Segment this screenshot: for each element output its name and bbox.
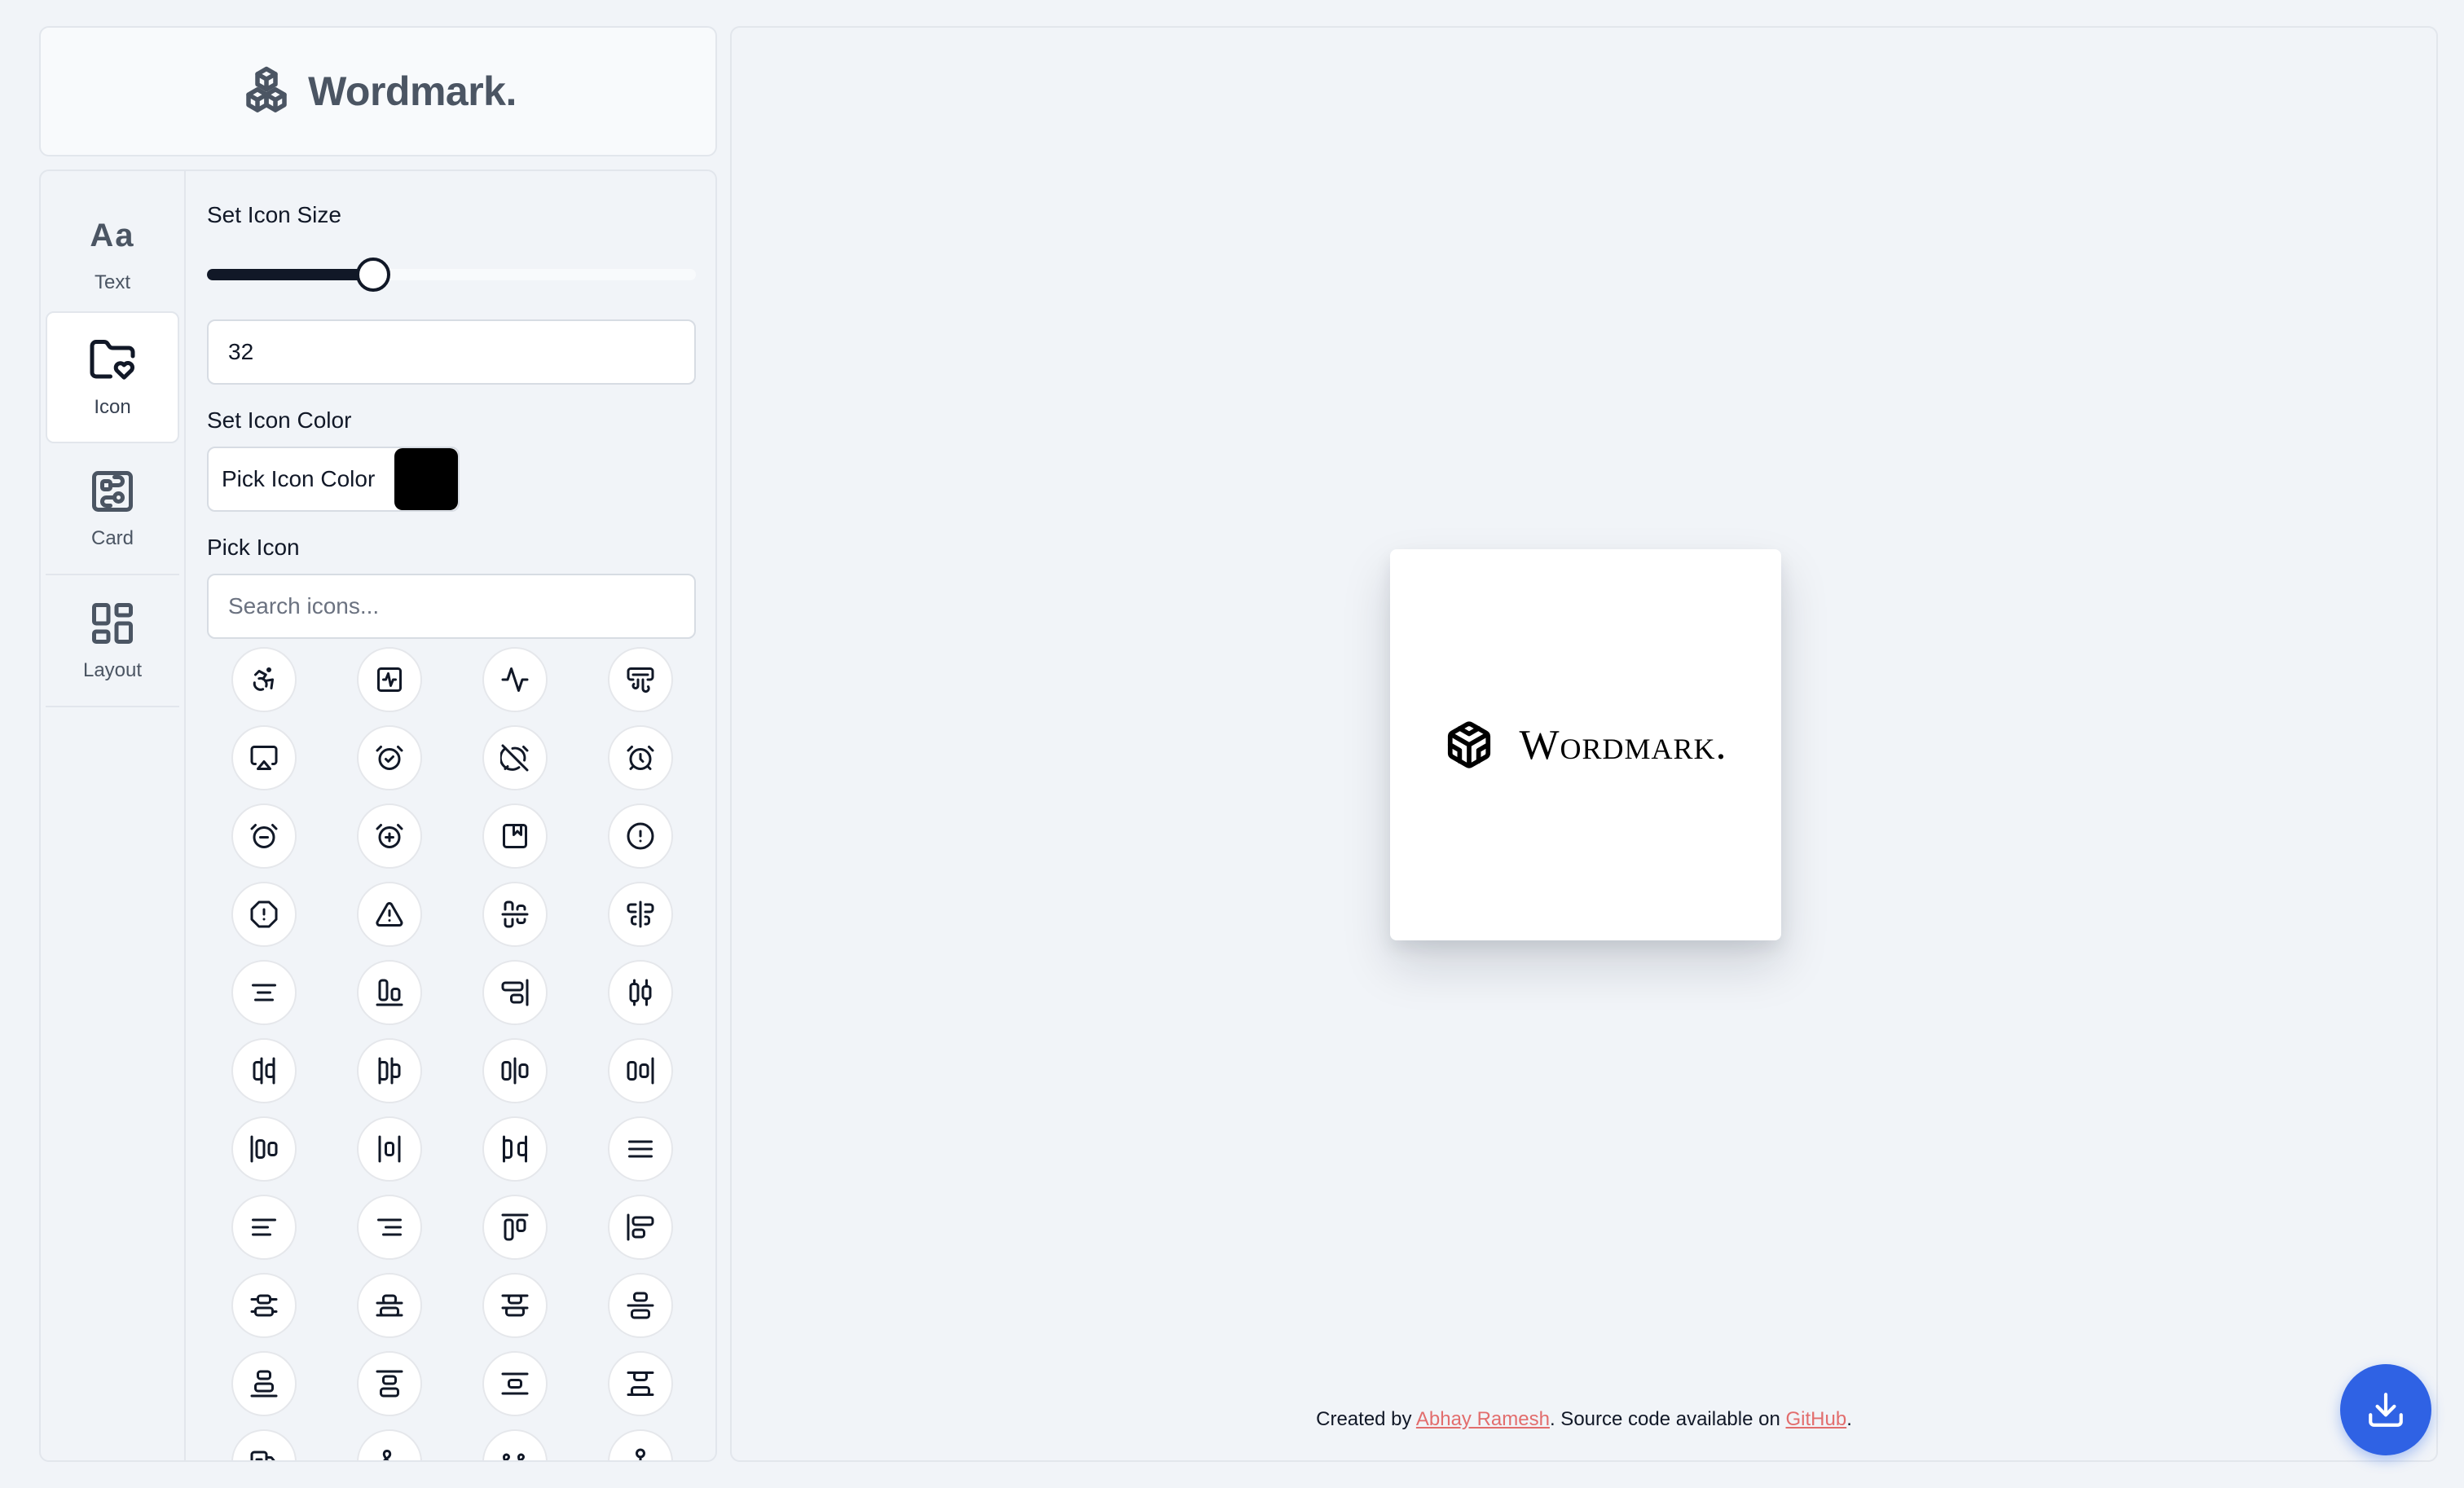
- ambulance-icon[interactable]: [231, 1429, 297, 1460]
- github-link[interactable]: GitHub: [1786, 1408, 1847, 1430]
- footer: Created by Abhay Ramesh. Source code ava…: [732, 1408, 2436, 1431]
- alarm-plus-icon[interactable]: [357, 803, 422, 869]
- align-horizontal-justify-end-icon[interactable]: [608, 1038, 673, 1103]
- align-horizontal-distribute-end-icon[interactable]: [231, 1038, 297, 1103]
- ampersand-icon[interactable]: [357, 1429, 422, 1460]
- alarm-check-icon[interactable]: [357, 725, 422, 790]
- tab-label: Layout: [82, 659, 143, 681]
- alert-circle-icon[interactable]: [608, 803, 673, 869]
- align-center-horizontal-icon[interactable]: [482, 882, 548, 947]
- pick-icon-color-button[interactable]: Pick Icon Color: [207, 447, 460, 512]
- icon-controls: Set Icon Size Set Icon Color Pick Icon C…: [207, 171, 699, 1460]
- alarm-minus-icon[interactable]: [231, 803, 297, 869]
- alarm-off-icon[interactable]: [482, 725, 548, 790]
- footer-prefix: Created by: [1316, 1408, 1416, 1430]
- cubes-outline-icon: [1444, 720, 1494, 770]
- tab-layout[interactable]: Layout: [46, 575, 179, 707]
- folder-heart-icon: [88, 336, 137, 385]
- alert-octagon-icon[interactable]: [231, 882, 297, 947]
- brand-title: Wordmark.: [308, 68, 517, 114]
- author-link[interactable]: Abhay Ramesh: [1416, 1408, 1550, 1430]
- editor-panel: Aa Text Icon Card Layout Set Icon Size 3…: [39, 169, 717, 1462]
- air-vent-icon[interactable]: [608, 647, 673, 712]
- text-aa-icon: Aa: [90, 218, 135, 253]
- activity-square-icon[interactable]: [357, 647, 422, 712]
- search-icons-input[interactable]: [207, 574, 696, 639]
- alarm-clock-icon[interactable]: [608, 725, 673, 790]
- align-horizontal-justify-center-icon[interactable]: [482, 1038, 548, 1103]
- align-justify-icon[interactable]: [608, 1116, 673, 1182]
- align-vertical-distribute-end-icon[interactable]: [357, 1273, 422, 1338]
- alert-triangle-icon[interactable]: [357, 882, 422, 947]
- align-horizontal-distribute-start-icon[interactable]: [357, 1038, 422, 1103]
- icon-size-label: Set Icon Size: [207, 202, 341, 227]
- icon-color-label: Set Icon Color: [207, 407, 352, 433]
- brand-header: Wordmark.: [39, 26, 717, 156]
- tab-label: Text: [94, 271, 130, 293]
- tab-label: Card: [90, 527, 134, 549]
- align-horizontal-distribute-center-icon[interactable]: [608, 960, 673, 1025]
- icon-color-swatch[interactable]: [394, 448, 458, 510]
- align-vertical-justify-center-icon[interactable]: [608, 1273, 673, 1338]
- tab-icon[interactable]: Icon: [46, 311, 179, 443]
- activity-icon[interactable]: [482, 647, 548, 712]
- anchor-icon[interactable]: [608, 1429, 673, 1460]
- align-end-vertical-icon[interactable]: [482, 960, 548, 1025]
- pick-icon-color-label: Pick Icon Color: [222, 466, 376, 491]
- align-vertical-justify-start-icon[interactable]: [357, 1351, 422, 1416]
- tab-text[interactable]: Aa Text: [46, 187, 179, 319]
- align-vertical-distribute-start-icon[interactable]: [482, 1273, 548, 1338]
- align-start-horizontal-icon[interactable]: [482, 1195, 548, 1260]
- album-icon[interactable]: [482, 803, 548, 869]
- layout-grid-icon: [88, 599, 137, 648]
- align-right-icon[interactable]: [357, 1195, 422, 1260]
- cubes-icon: [240, 64, 293, 118]
- card-layout-icon: [88, 467, 137, 516]
- footer-middle: . Source code available on: [1549, 1408, 1786, 1430]
- align-start-vertical-icon[interactable]: [608, 1195, 673, 1260]
- align-horizontal-space-around-icon[interactable]: [357, 1116, 422, 1182]
- download-button[interactable]: [2340, 1364, 2431, 1455]
- align-center-icon[interactable]: [231, 960, 297, 1025]
- align-end-horizontal-icon[interactable]: [357, 960, 422, 1025]
- align-horizontal-justify-start-icon[interactable]: [231, 1116, 297, 1182]
- ampersands-icon[interactable]: [482, 1429, 548, 1460]
- slider-fill: [207, 269, 373, 280]
- app-root: Wordmark. Aa Text Icon Card Layout Set I…: [0, 0, 2464, 1488]
- slider-thumb[interactable]: [356, 258, 390, 292]
- align-vertical-distribute-center-icon[interactable]: [231, 1273, 297, 1338]
- align-vertical-space-between-icon[interactable]: [608, 1351, 673, 1416]
- wordmark-preview-card: Wordmark.: [1390, 549, 1781, 940]
- download-icon: [2365, 1389, 2406, 1430]
- preview-panel: Wordmark. Created by Abhay Ramesh. Sourc…: [730, 26, 2438, 1462]
- tab-card[interactable]: Card: [46, 443, 179, 575]
- icon-size-input[interactable]: [207, 319, 696, 385]
- align-vertical-justify-end-icon[interactable]: [231, 1351, 297, 1416]
- icon-size-slider[interactable]: [207, 258, 696, 292]
- align-left-icon[interactable]: [231, 1195, 297, 1260]
- align-horizontal-space-between-icon[interactable]: [482, 1116, 548, 1182]
- tab-rail: Aa Text Icon Card Layout: [41, 171, 186, 1460]
- footer-suffix: .: [1846, 1408, 1852, 1430]
- preview-wordmark: Wordmark.: [1519, 721, 1727, 768]
- pick-icon-label: Pick Icon: [207, 535, 300, 560]
- tab-label: Icon: [94, 396, 131, 418]
- airplay-icon[interactable]: [231, 725, 297, 790]
- accessible-icon[interactable]: [231, 647, 297, 712]
- align-vertical-space-around-icon[interactable]: [482, 1351, 548, 1416]
- align-center-vertical-icon[interactable]: [608, 882, 673, 947]
